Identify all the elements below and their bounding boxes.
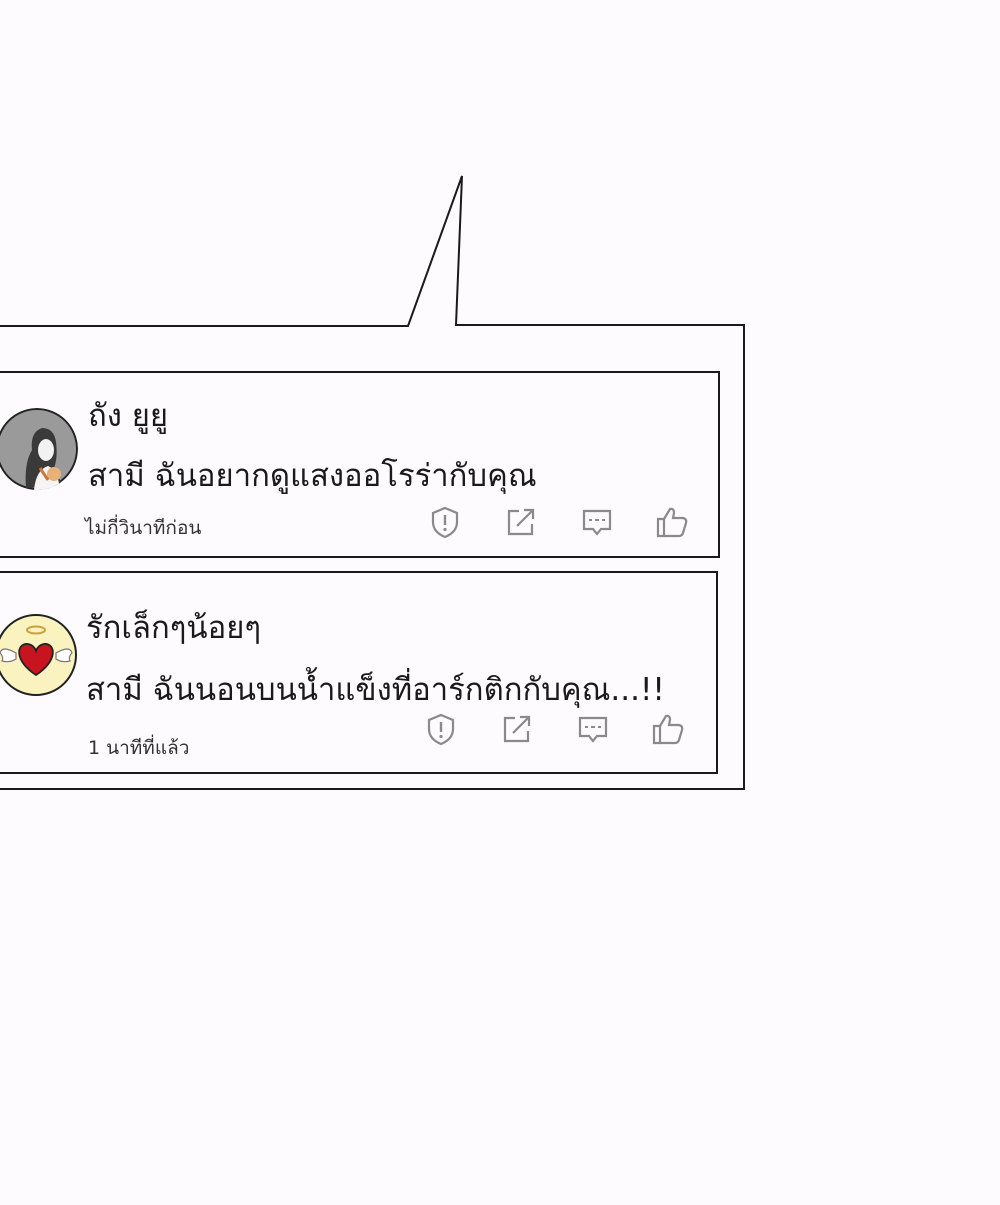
comment-message: สามี ฉันนอนบนน้ำแข็งที่อาร์กติกกับคุณ...… — [86, 672, 665, 708]
comment-message: สามี ฉันอยากดูแสงออโรร่ากับคุณ — [88, 458, 537, 494]
comment-icon[interactable] — [576, 712, 610, 746]
comic-panel: ถัง ยูยู สามี ฉันอยากดูแสงออโรร่ากับคุณ … — [0, 0, 1000, 1205]
report-icon[interactable] — [424, 712, 458, 746]
share-icon[interactable] — [500, 712, 534, 746]
comment-timestamp: 1 นาทีที่แล้ว — [88, 737, 190, 759]
comment-timestamp: ไม่กี่วินาทีก่อน — [85, 517, 202, 539]
like-icon[interactable] — [655, 505, 689, 539]
like-icon[interactable] — [651, 712, 685, 746]
comment-username: รักเล็กๆน้อยๆ — [86, 610, 262, 646]
share-icon[interactable] — [504, 505, 538, 539]
comment-username: ถัง ยูยู — [88, 398, 169, 434]
report-icon[interactable] — [428, 505, 462, 539]
comment-icon[interactable] — [580, 505, 614, 539]
